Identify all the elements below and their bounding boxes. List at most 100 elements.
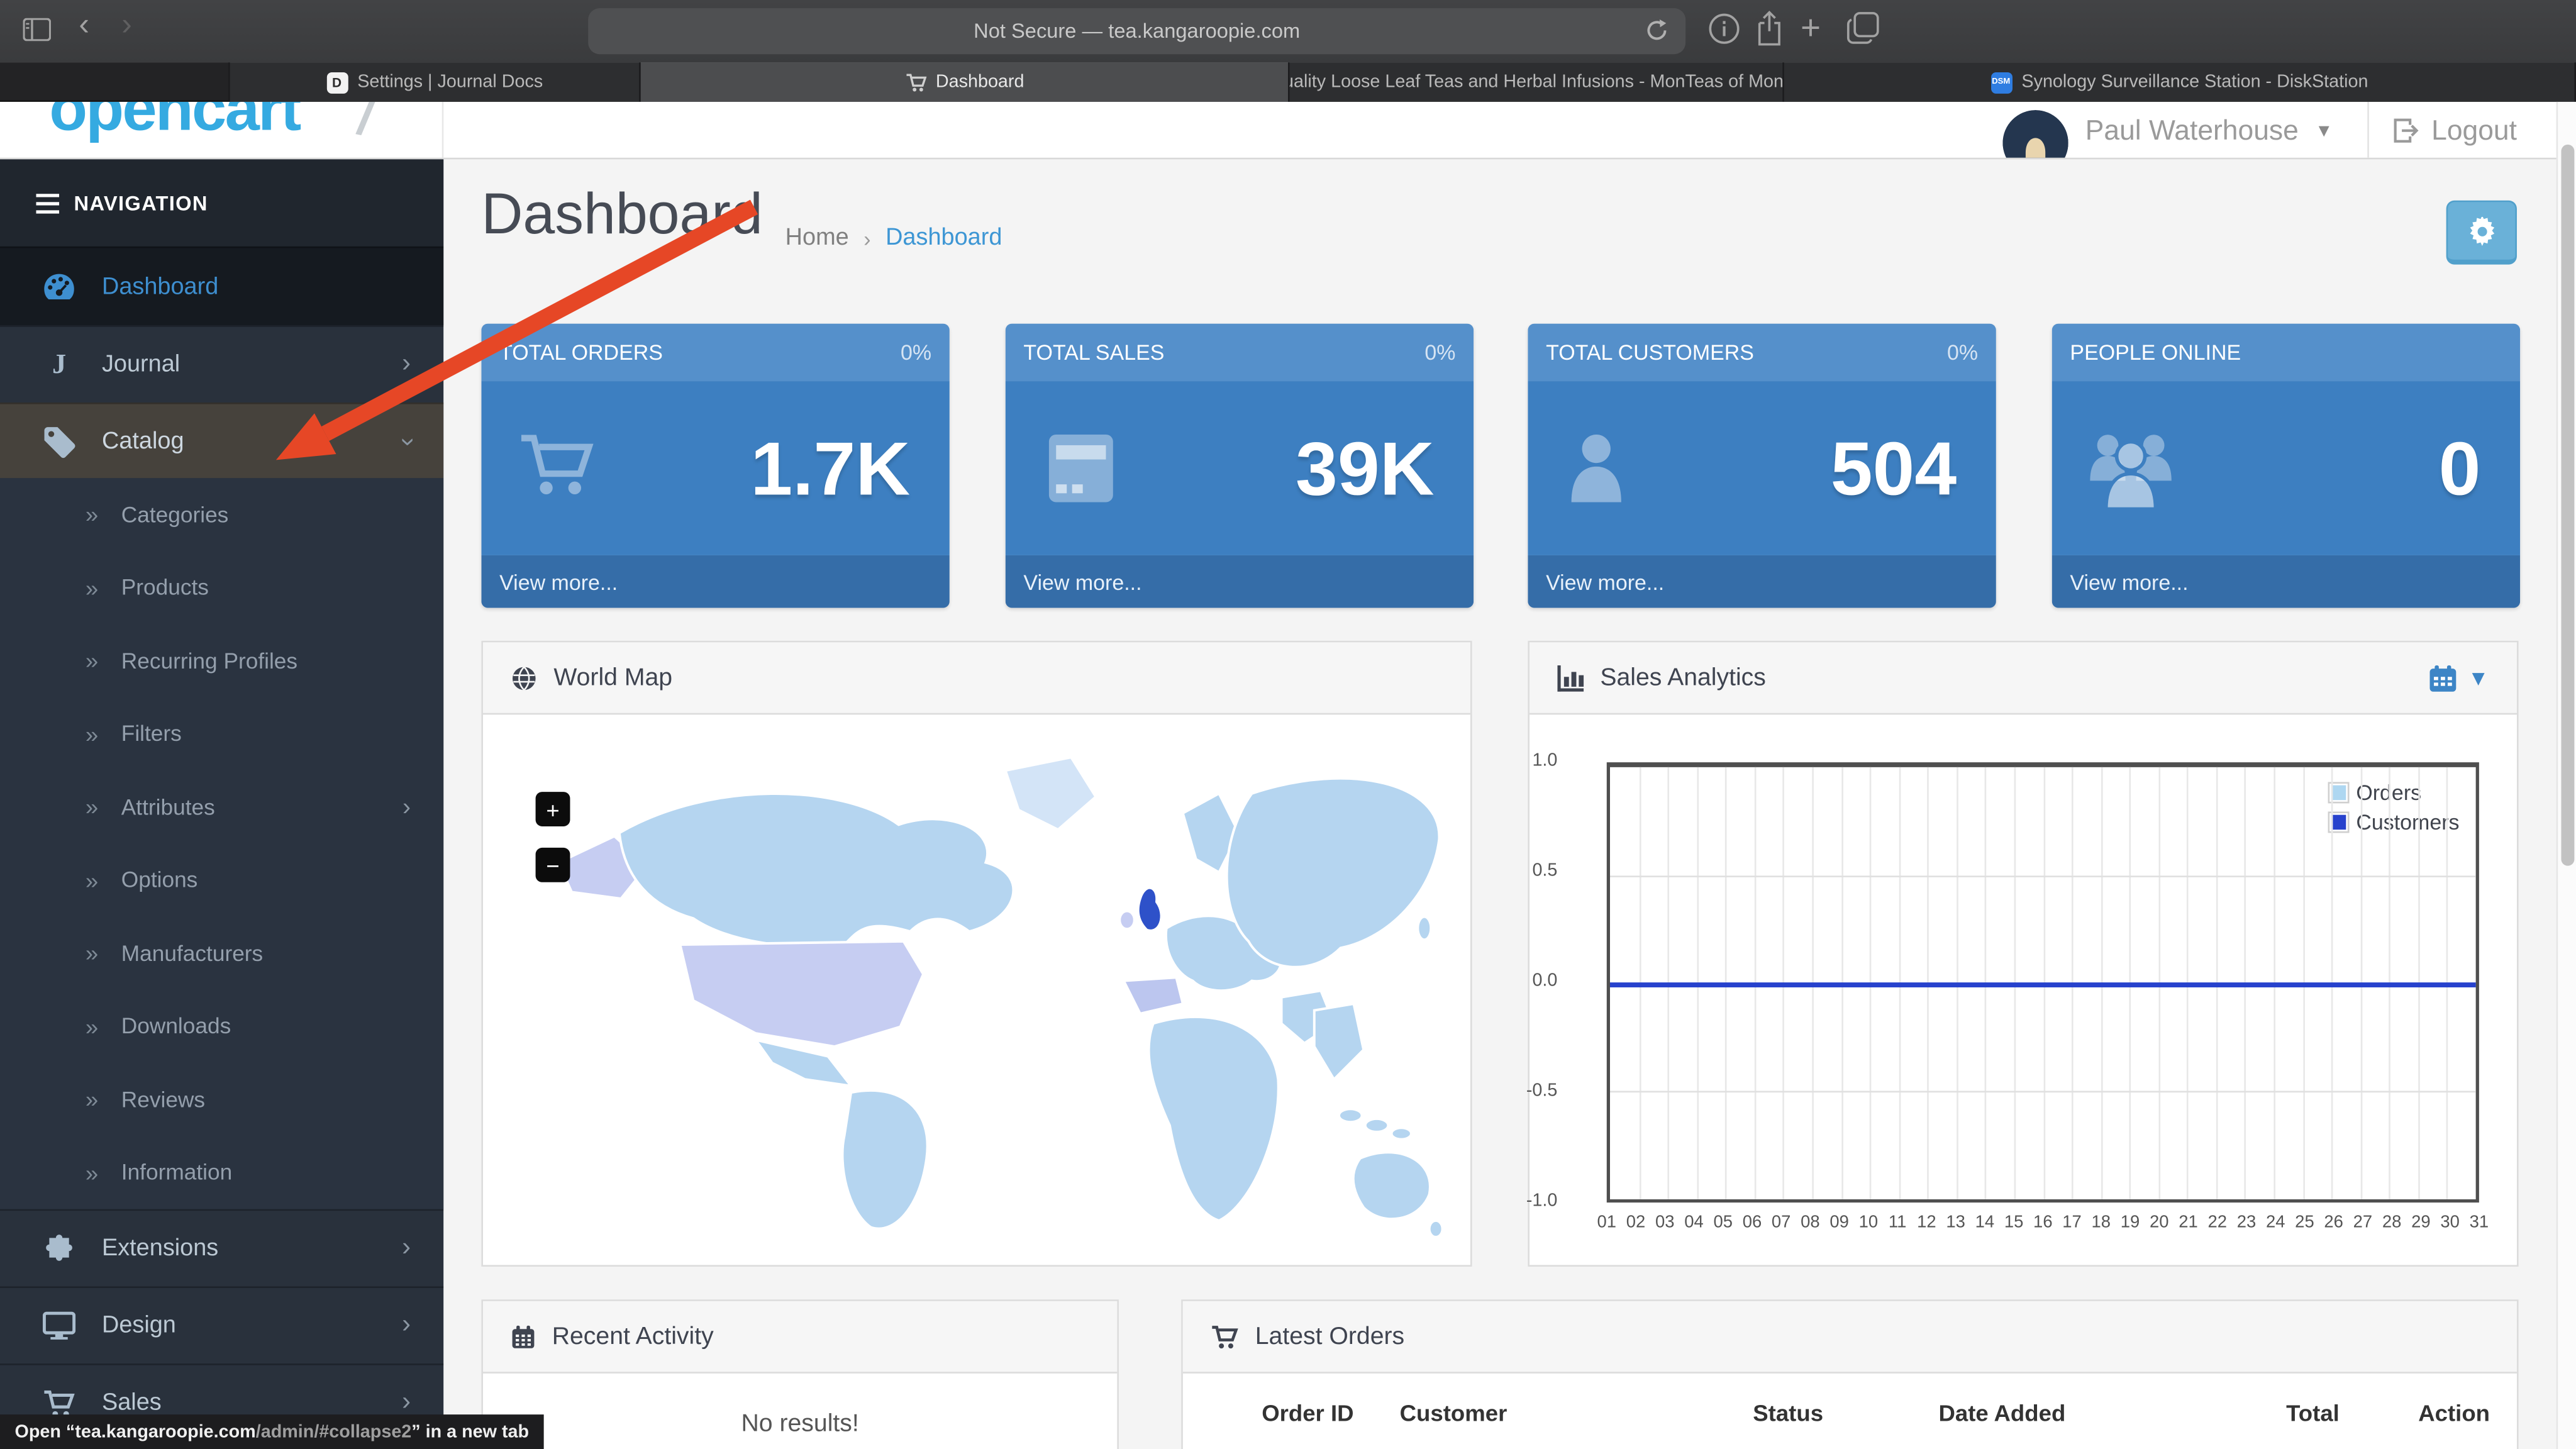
breadcrumb-separator: ›	[863, 226, 871, 251]
column-total[interactable]: Total	[2273, 1400, 2340, 1426]
hamburger-icon[interactable]	[36, 192, 60, 213]
chevron-right-icon: ›	[402, 1233, 411, 1262]
gear-icon	[2467, 216, 2496, 246]
sidebar-subitem-reviews[interactable]: » Reviews	[0, 1063, 443, 1136]
breadcrumb-home[interactable]: Home	[786, 225, 849, 252]
person-icon	[1561, 424, 1646, 509]
calendar-icon	[2429, 664, 2457, 691]
panel-title: World Map	[553, 663, 673, 692]
caret-down-icon: ▼	[2314, 121, 2333, 141]
empty-state-text: No results!	[741, 1409, 859, 1438]
forward-icon[interactable]: ›	[121, 8, 132, 44]
recent-activity-panel: Recent Activity No results!	[481, 1299, 1119, 1449]
tab-dashboard[interactable]: Dashboard	[640, 62, 1290, 102]
tab-monteas[interactable]: Quality Loose Leaf Teas and Herbal Infus…	[1289, 62, 1784, 102]
sidebar-item-design[interactable]: Design ›	[0, 1286, 444, 1363]
map-continents	[557, 756, 1444, 1238]
chart-plot-area: Orders Customers	[1606, 762, 2479, 1203]
sidebar-subitem-options[interactable]: » Options	[0, 843, 443, 916]
sidebar-item-catalog[interactable]: Catalog ›	[0, 402, 444, 479]
status-bar-link-preview: Open “tea.kangaroopie.com/admin/#collaps…	[0, 1414, 544, 1449]
browser-toolbar: ‹ › Not Secure — tea.kangaroopie.com +	[0, 0, 2576, 63]
panel-title: Recent Activity	[552, 1322, 714, 1351]
logout-button[interactable]: Logout	[2392, 102, 2517, 158]
map-zoom-out-button[interactable]: −	[535, 847, 570, 882]
sidebar-subitem-manufacturers[interactable]: » Manufacturers	[0, 917, 443, 990]
column-status[interactable]: Status	[1753, 1400, 1938, 1426]
monitor-icon	[42, 1311, 76, 1341]
double-chevron-icon: »	[85, 867, 99, 894]
view-more-link[interactable]: View more...	[2051, 555, 2521, 608]
globe-icon	[511, 665, 537, 691]
column-customer[interactable]: Customer	[1400, 1400, 1753, 1426]
panel-title: Sales Analytics	[1600, 663, 1766, 692]
sidebar-item-dashboard[interactable]: Dashboard	[0, 246, 444, 326]
view-more-link[interactable]: View more...	[1005, 555, 1474, 608]
gauge-icon	[43, 271, 75, 303]
tile-value: 1.7K	[750, 425, 911, 511]
bar-chart-icon	[1557, 664, 1584, 691]
calendar-icon	[511, 1323, 535, 1350]
sidebar-subitem-recurring-profiles[interactable]: » Recurring Profiles	[0, 625, 443, 697]
sidebar-subitem-products[interactable]: » Products	[0, 551, 443, 624]
percent-badge: 0%	[1947, 340, 1979, 365]
sidebar-toggle-icon[interactable]	[23, 18, 51, 42]
double-chevron-icon: »	[85, 574, 99, 601]
percent-badge: 0%	[1424, 340, 1456, 365]
header-divider	[2367, 101, 2369, 158]
share-icon[interactable]	[1755, 10, 1784, 46]
url-text: Not Secure — tea.kangaroopie.com	[974, 19, 1301, 43]
reader-info-icon[interactable]	[1709, 13, 1740, 45]
dsm-favicon: DSM	[1990, 71, 2012, 93]
chevron-down-icon: ›	[393, 436, 421, 446]
logout-icon	[2392, 116, 2419, 144]
opencart-logo[interactable]: opencart /	[0, 101, 444, 158]
sidebar-item-extensions[interactable]: Extensions ›	[0, 1209, 444, 1287]
world-map-panel: World Map + −	[481, 640, 1472, 1267]
chevron-right-icon: ›	[402, 1311, 411, 1339]
breadcrumb: Home › Dashboard	[786, 225, 1002, 252]
column-date-added[interactable]: Date Added	[1938, 1400, 2273, 1426]
sidebar-item-journal[interactable]: J Journal ›	[0, 325, 444, 402]
column-order-id[interactable]: Order ID	[1262, 1400, 1399, 1426]
sidebar-subitem-attributes[interactable]: » Attributes ›	[0, 770, 443, 843]
view-more-link[interactable]: View more...	[1528, 555, 1996, 608]
tab-journal-docs[interactable]: D Settings | Journal Docs	[230, 62, 641, 102]
reload-icon[interactable]	[1645, 18, 1669, 43]
credit-card-icon	[1038, 424, 1124, 509]
catalog-submenu: » Categories» Products» Recurring Profiles»…	[0, 478, 444, 1209]
dashboard-settings-button[interactable]	[2446, 200, 2517, 265]
view-more-link[interactable]: View more...	[481, 555, 950, 608]
user-menu[interactable]: Paul Waterhouse ▼	[2003, 102, 2333, 158]
sidebar-subitem-downloads[interactable]: » Downloads	[0, 990, 443, 1063]
tab-spacer	[0, 62, 230, 101]
logo-cart-mark: /	[353, 101, 378, 147]
tile-total-orders: TOTAL ORDERS 0% 1.7K View more...	[481, 323, 950, 608]
new-tab-icon[interactable]: +	[1801, 10, 1821, 50]
main-content: Dashboard Home › Dashboard TOTAL ORDERS 0…	[443, 159, 2557, 1449]
percent-badge: 0%	[901, 340, 932, 365]
breadcrumb-current[interactable]: Dashboard	[886, 225, 1002, 252]
world-map[interactable]: + −	[483, 735, 1470, 1287]
chart-range-dropdown[interactable]: ▼	[2428, 663, 2489, 692]
double-chevron-icon: »	[85, 1159, 99, 1186]
map-zoom-in-button[interactable]: +	[535, 792, 570, 826]
caret-down-icon: ▼	[2467, 665, 2489, 691]
url-bar[interactable]: Not Secure — tea.kangaroopie.com	[588, 8, 1686, 55]
double-chevron-icon: »	[85, 1013, 99, 1040]
tag-icon	[43, 425, 75, 457]
tab-bar: D Settings | Journal Docs Dashboard Qual…	[0, 62, 2576, 102]
tab-overview-icon[interactable]	[1846, 11, 1879, 44]
sidebar: NAVIGATION Dashboard J Journal › Catalog…	[0, 159, 444, 1449]
map-united-kingdom	[1136, 886, 1163, 932]
sidebar-subitem-filters[interactable]: » Filters	[0, 697, 443, 770]
back-icon[interactable]: ‹	[79, 8, 89, 44]
scrollbar-track[interactable]	[2556, 101, 2576, 1449]
tab-synology[interactable]: DSM Synology Surveillance Station - Disk…	[1784, 62, 2576, 102]
cart-icon	[514, 424, 600, 509]
sidebar-subitem-categories[interactable]: » Categories	[0, 478, 443, 551]
people-icon	[2085, 424, 2177, 509]
scrollbar-thumb[interactable]	[2561, 144, 2575, 866]
sidebar-subitem-information[interactable]: » Information	[0, 1136, 443, 1209]
page-title: Dashboard	[481, 182, 763, 247]
